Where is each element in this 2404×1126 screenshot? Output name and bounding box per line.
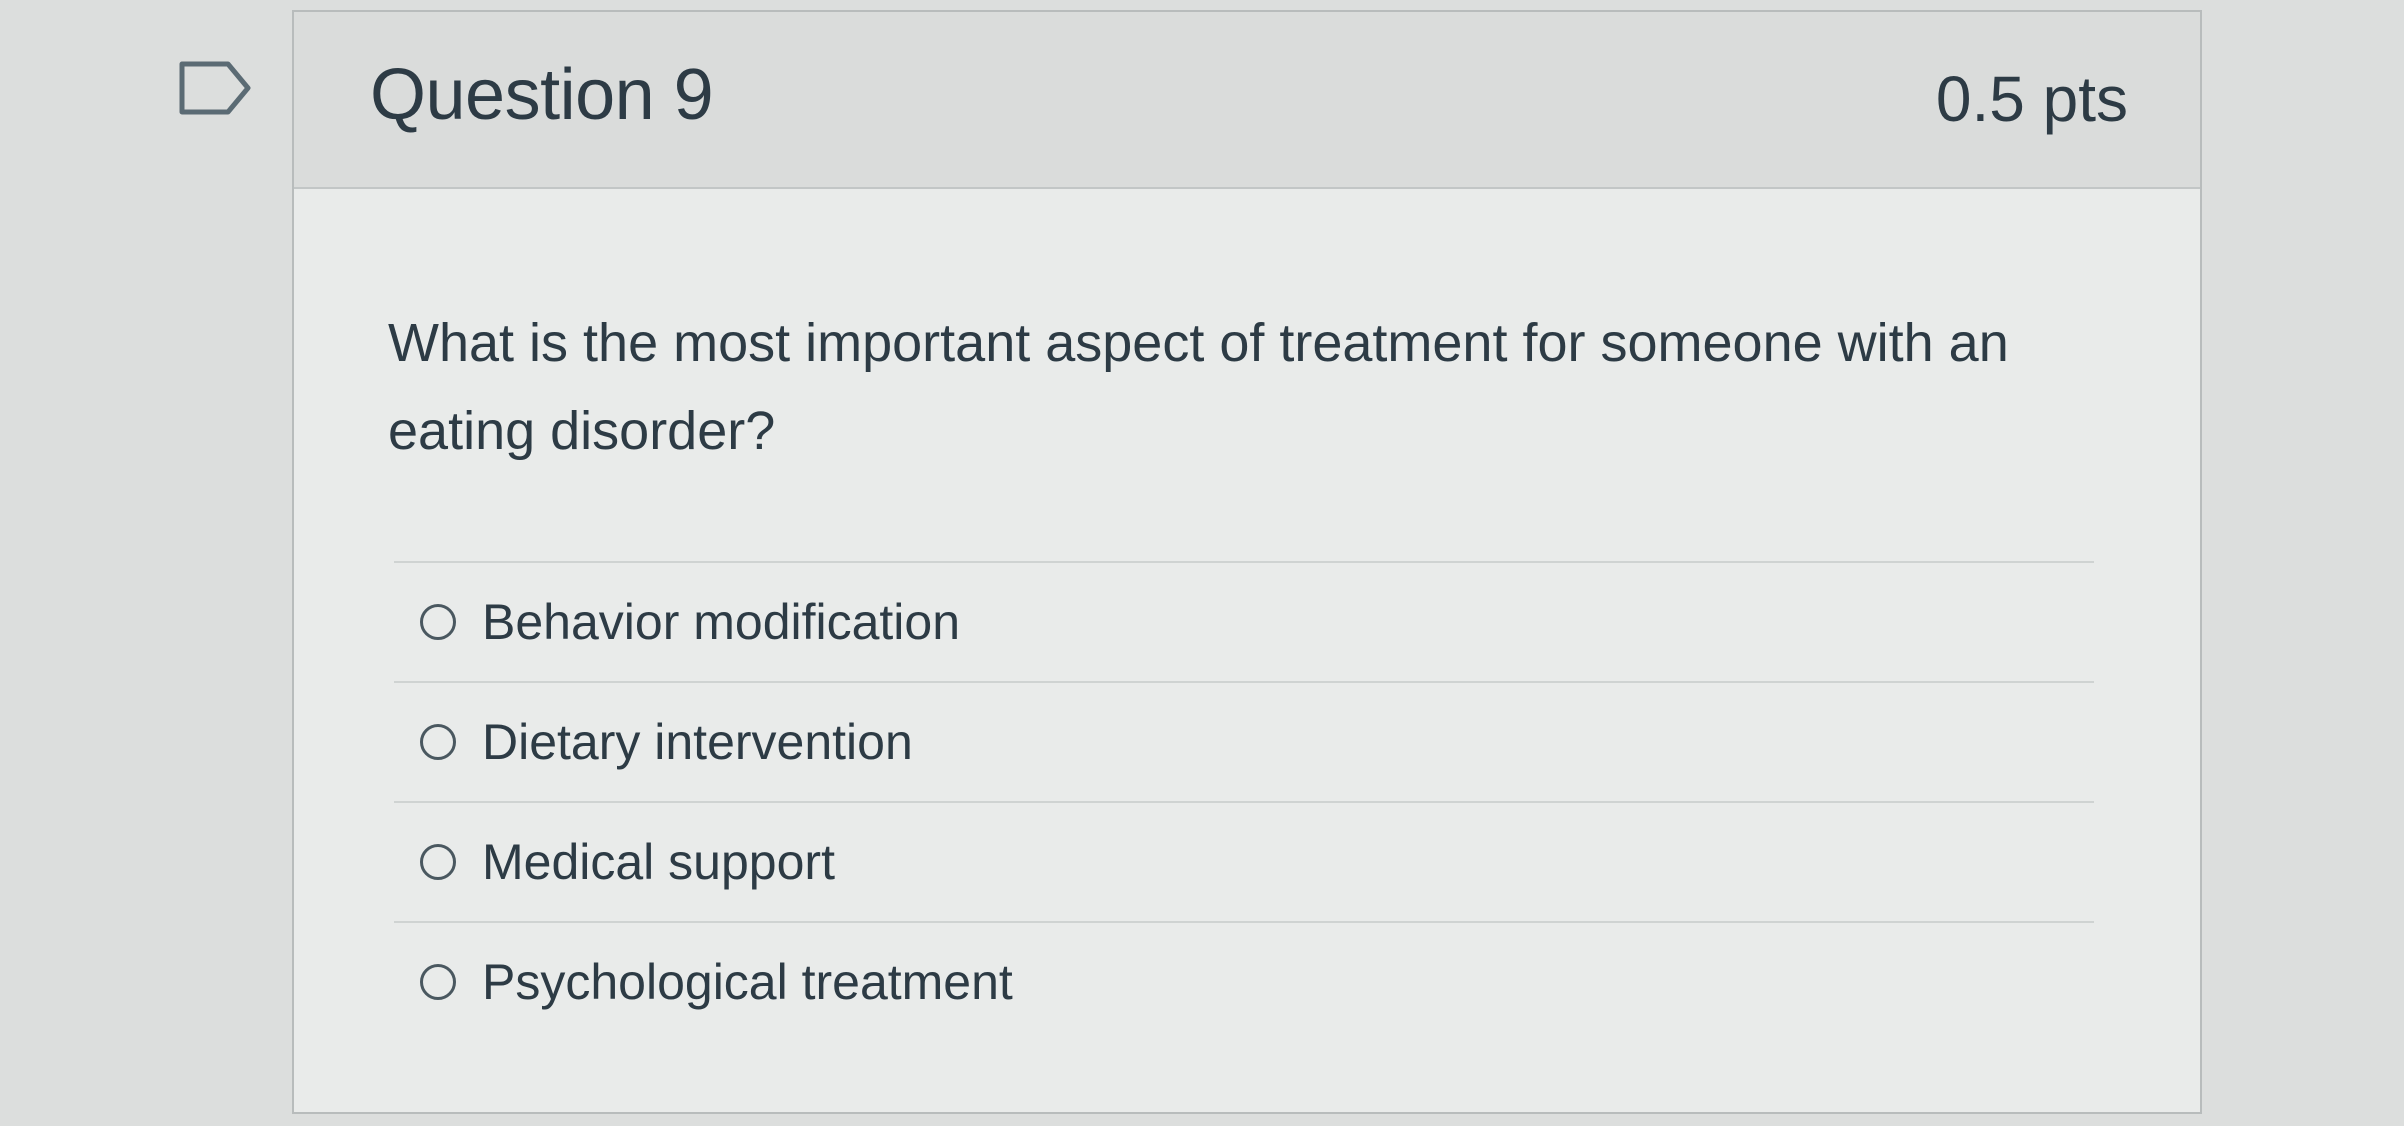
flag-question-icon[interactable] [176, 58, 256, 118]
radio-button[interactable] [420, 724, 456, 760]
answer-option[interactable]: Behavior modification [394, 561, 2094, 681]
question-card: Question 9 0.5 pts What is the most impo… [292, 10, 2202, 1114]
answer-label[interactable]: Dietary intervention [482, 713, 913, 771]
answer-list: Behavior modification Dietary interventi… [394, 561, 2094, 1041]
radio-button[interactable] [420, 844, 456, 880]
question-text: What is the most important aspect of tre… [388, 313, 2009, 461]
question-header: Question 9 0.5 pts [294, 12, 2200, 189]
question-points: 0.5 pts [1935, 63, 2128, 135]
radio-button[interactable] [420, 604, 456, 640]
question-title: Question 9 [370, 55, 714, 135]
answer-label[interactable]: Psychological treatment [482, 953, 1013, 1011]
answer-option[interactable]: Dietary intervention [394, 681, 2094, 801]
answer-option[interactable]: Medical support [394, 801, 2094, 921]
answer-label[interactable]: Medical support [482, 833, 835, 891]
answer-option[interactable]: Psychological treatment [394, 921, 2094, 1041]
answer-label[interactable]: Behavior modification [482, 593, 960, 651]
radio-button[interactable] [420, 964, 456, 1000]
